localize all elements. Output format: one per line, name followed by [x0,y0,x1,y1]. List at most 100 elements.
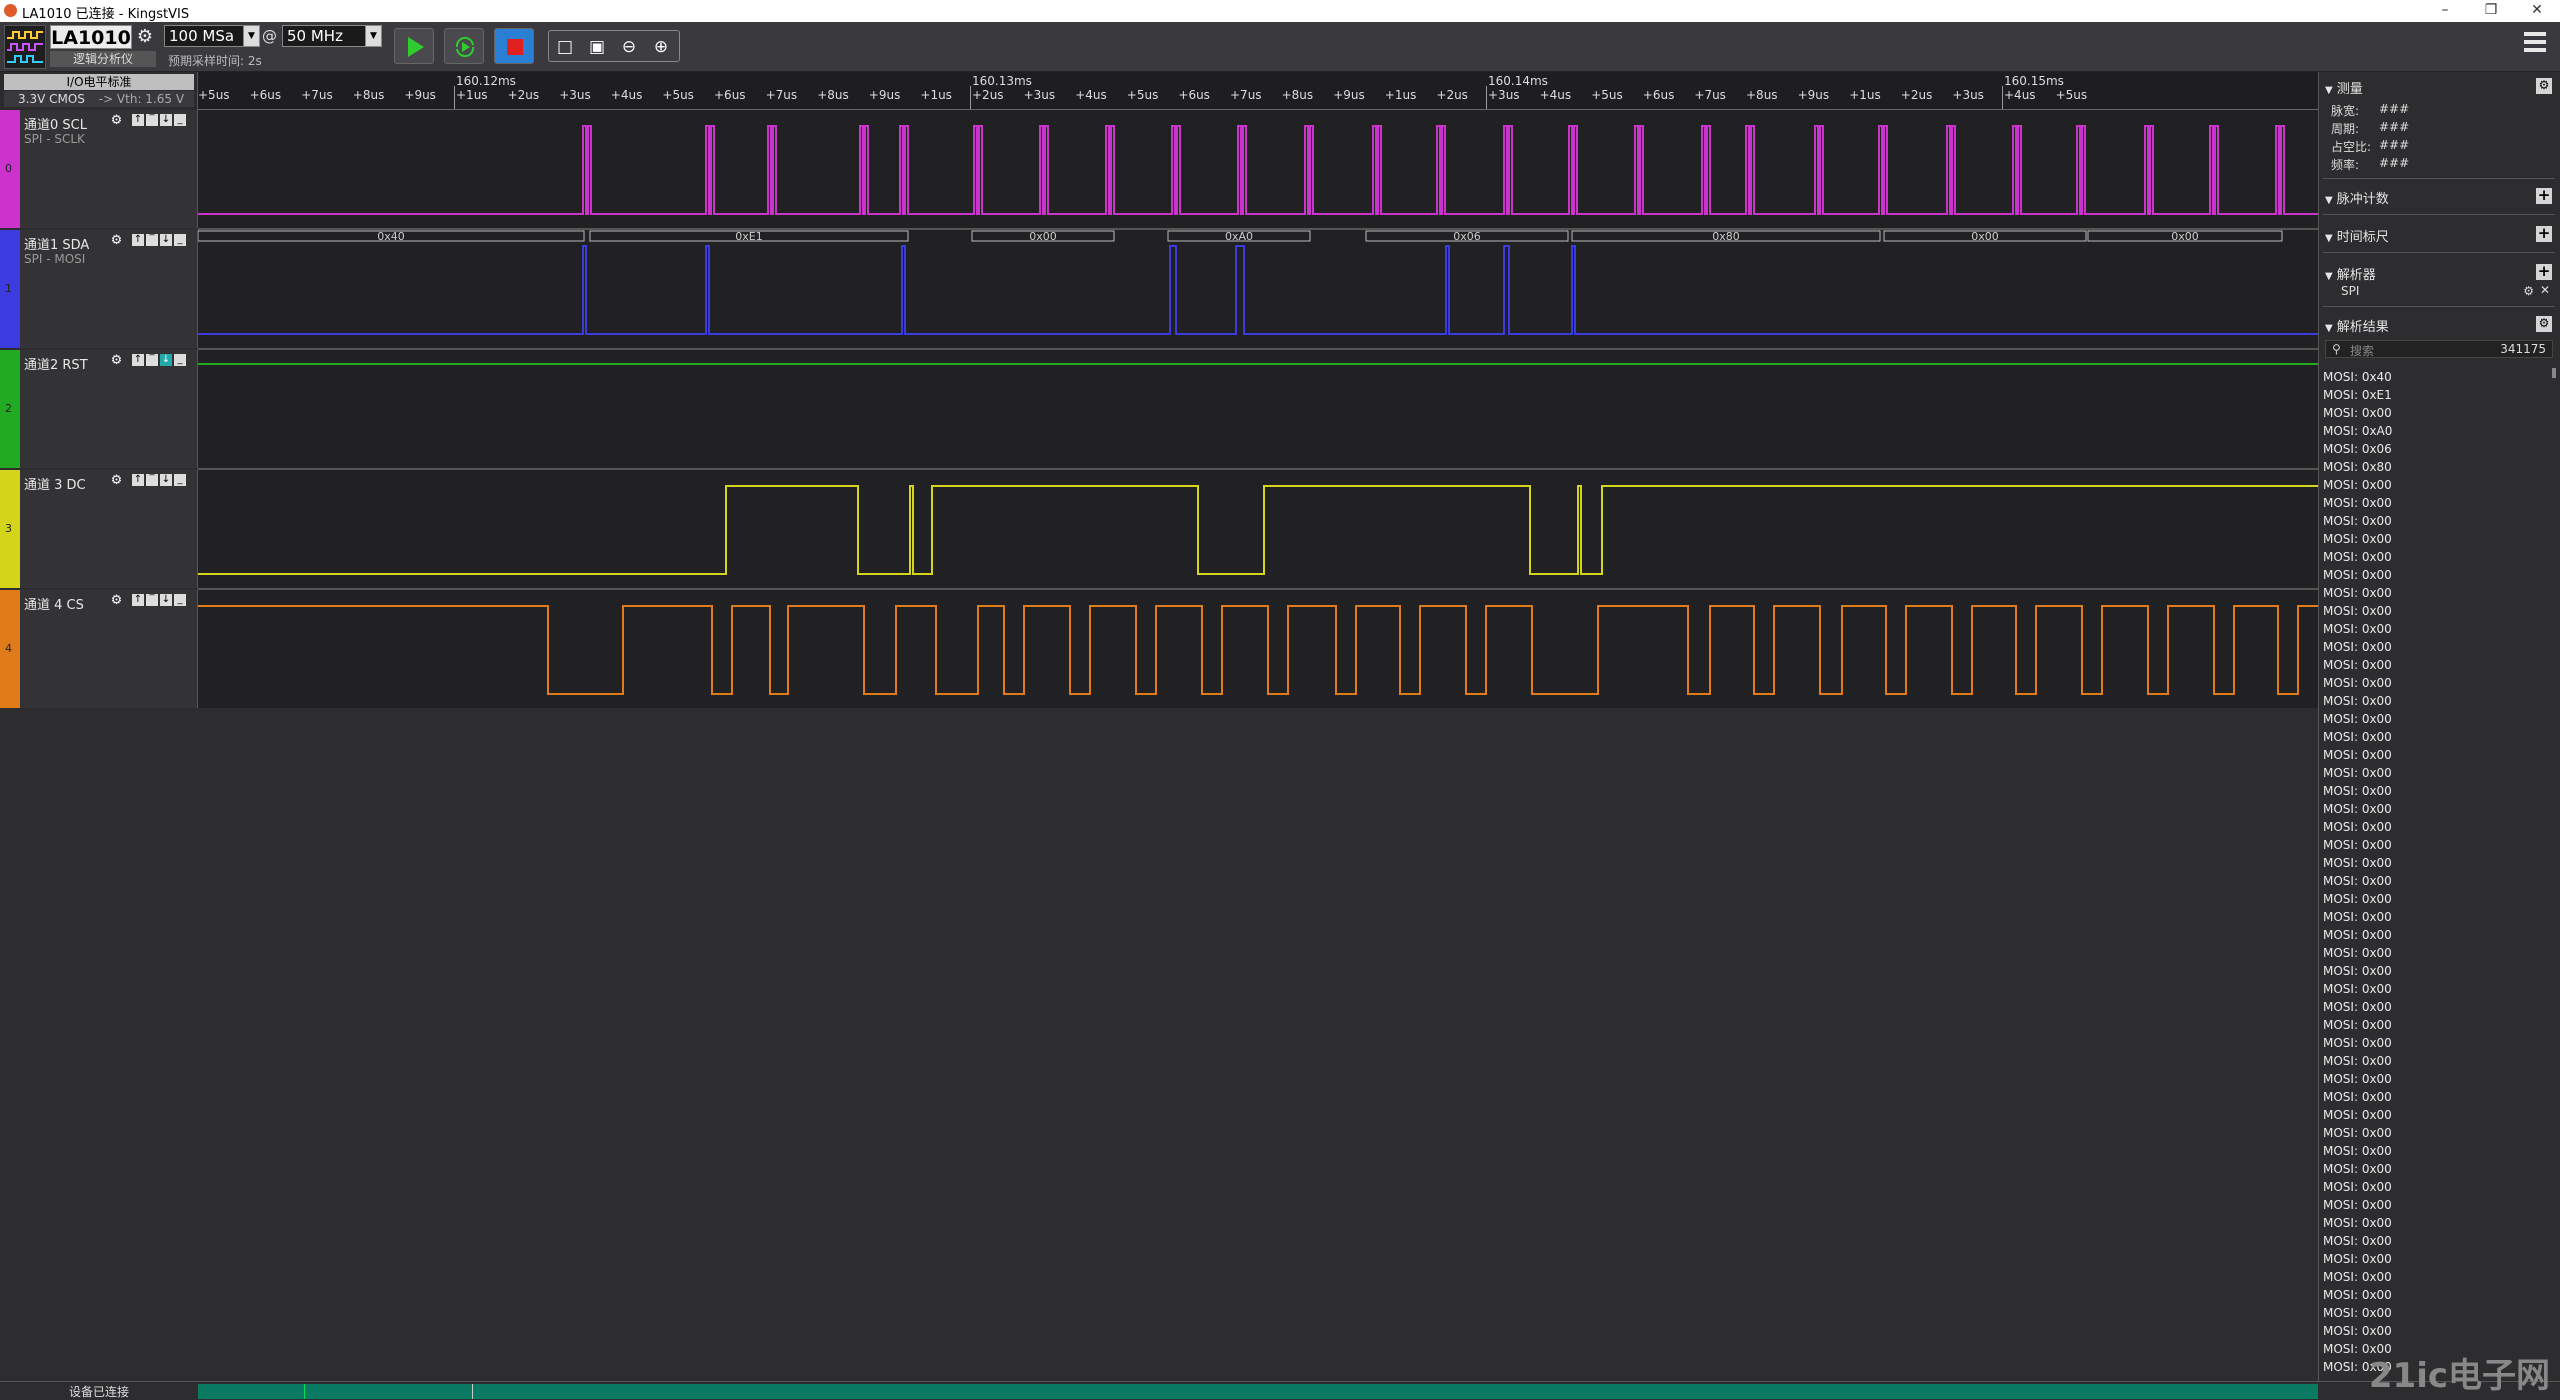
close-button[interactable]: ✕ [2514,0,2560,22]
channel-settings-gear-icon[interactable]: ⚙ [110,234,123,247]
result-item[interactable]: MOSI: 0x00 [2323,1178,2549,1196]
trigger-low-icon[interactable]: _ [174,234,186,246]
channel-panel[interactable]: 2 通道2 RST ⚙ ↑ ‾ ↓ _ [0,350,198,468]
trigger-falling-icon[interactable]: ↓ [160,474,172,486]
restore-button[interactable]: ❐ [2468,0,2514,22]
trigger-falling-icon[interactable]: ↓ [160,114,172,126]
channel-panel[interactable]: 4 通道 4 CS ⚙ ↑ ‾ ↓ _ [0,590,198,708]
analyzer-section-header[interactable]: ▼ 解析器 [2325,264,2376,283]
result-item[interactable]: MOSI: 0x00 [2323,1286,2549,1304]
result-item[interactable]: MOSI: 0x00 [2323,638,2549,656]
result-item[interactable]: MOSI: 0x00 [2323,566,2549,584]
stop-button[interactable] [494,28,534,64]
trigger-high-icon[interactable]: ‾ [146,354,158,366]
result-item[interactable]: MOSI: 0x00 [2323,1142,2549,1160]
result-item[interactable]: MOSI: 0x00 [2323,782,2549,800]
trigger-high-icon[interactable]: ‾ [146,234,158,246]
results-list[interactable]: MOSI: 0x40 MOSI: 0xE1 MOSI: 0x00 MOSI: 0xA0… [2323,368,2549,1376]
minimize-button[interactable]: – [2422,0,2468,22]
result-item[interactable]: MOSI: 0x00 [2323,854,2549,872]
result-item[interactable]: MOSI: 0x00 [2323,728,2549,746]
result-item[interactable]: MOSI: 0x00 [2323,692,2549,710]
result-item[interactable]: MOSI: 0x00 [2323,1016,2549,1034]
channel-settings-gear-icon[interactable]: ⚙ [110,594,123,607]
channel-name[interactable]: 通道0 SCL [24,114,87,133]
zoom-area-icon[interactable]: ▣ [585,36,609,58]
channel-name[interactable]: 通道 3 DC [24,474,86,493]
trigger-low-icon[interactable]: _ [174,114,186,126]
result-item[interactable]: MOSI: 0x00 [2323,1304,2549,1322]
result-item[interactable]: MOSI: 0x00 [2323,584,2549,602]
result-item[interactable]: MOSI: 0x00 [2323,908,2549,926]
trigger-low-icon[interactable]: _ [174,474,186,486]
text-tool-icon[interactable]: □ [553,36,577,58]
loop-start-button[interactable] [444,28,484,64]
result-item[interactable]: MOSI: 0x00 [2323,1070,2549,1088]
result-item[interactable]: MOSI: 0x00 [2323,710,2549,728]
trigger-rising-icon[interactable]: ↑ [132,594,144,606]
sample-rate-select[interactable]: 50 MHz ▼ [282,25,382,47]
result-item[interactable]: MOSI: 0x00 [2323,926,2549,944]
results-scrollbar[interactable] [2552,368,2556,378]
trigger-rising-icon[interactable]: ↑ [132,354,144,366]
result-item[interactable]: MOSI: 0x00 [2323,1250,2549,1268]
result-item[interactable]: MOSI: 0x00 [2323,944,2549,962]
remove-analyzer-close-icon[interactable]: ✕ [2540,283,2550,297]
result-item[interactable]: MOSI: 0x00 [2323,998,2549,1016]
trigger-falling-icon[interactable]: ↓ [160,594,172,606]
result-item[interactable]: MOSI: 0x00 [2323,1268,2549,1286]
waveform-area[interactable]: 0x40 0xE1 0x00 0xA0 0x06 0x80 0x00 0x00 [197,110,2318,708]
channel-panel[interactable]: 3 通道 3 DC ⚙ ↑ ‾ ↓ _ [0,470,198,588]
trigger-rising-icon[interactable]: ↑ [132,114,144,126]
channel-settings-gear-icon[interactable]: ⚙ [110,114,123,127]
result-item[interactable]: MOSI: 0x00 [2323,1124,2549,1142]
result-item[interactable]: MOSI: 0x00 [2323,836,2549,854]
channel-name[interactable]: 通道2 RST [24,354,88,373]
trigger-high-icon[interactable]: ‾ [146,594,158,606]
time-ruler[interactable]: 160.12ms 160.13ms 160.14ms 160.15ms +5us +6us… [198,72,2318,110]
channel-settings-gear-icon[interactable]: ⚙ [110,474,123,487]
channel-name[interactable]: 通道 4 CS [24,594,84,613]
add-analyzer-button[interactable]: + [2536,264,2552,280]
result-item[interactable]: MOSI: 0x00 [2323,512,2549,530]
device-settings-gear-icon[interactable]: ⚙ [134,26,156,48]
trigger-high-icon[interactable]: ‾ [146,114,158,126]
result-item[interactable]: MOSI: 0x00 [2323,872,2549,890]
trigger-low-icon[interactable]: _ [174,594,186,606]
result-item[interactable]: MOSI: 0x00 [2323,494,2549,512]
result-item[interactable]: MOSI: 0x00 [2323,548,2549,566]
result-item[interactable]: MOSI: 0x00 [2323,1196,2549,1214]
trigger-rising-icon[interactable]: ↑ [132,474,144,486]
result-item[interactable]: MOSI: 0x00 [2323,404,2549,422]
result-item[interactable]: MOSI: 0x00 [2323,980,2549,998]
result-item[interactable]: MOSI: 0x00 [2323,764,2549,782]
zoom-out-icon[interactable]: ⊖ [617,36,641,58]
io-standard-select[interactable]: 3.3V CMOS -> Vth: 1.65 V [4,91,194,107]
result-item[interactable]: MOSI: 0x80 [2323,458,2549,476]
result-item[interactable]: MOSI: 0x00 [2323,656,2549,674]
channel-settings-gear-icon[interactable]: ⚙ [110,354,123,367]
result-item[interactable]: MOSI: 0x00 [2323,1214,2549,1232]
result-item[interactable]: MOSI: 0x00 [2323,620,2549,638]
result-item[interactable]: MOSI: 0x00 [2323,530,2549,548]
trigger-rising-icon[interactable]: ↑ [132,234,144,246]
device-name[interactable]: LA1010 [50,25,132,49]
result-item[interactable]: MOSI: 0xE1 [2323,386,2549,404]
result-item[interactable]: MOSI: 0xA0 [2323,422,2549,440]
result-item[interactable]: MOSI: 0x00 [2323,962,2549,980]
results-search-input[interactable]: ⚲ 搜索 341175 [2325,340,2553,358]
analyzer-settings-gear-icon[interactable]: ⚙ [2523,284,2534,298]
result-item[interactable]: MOSI: 0x00 [2323,746,2549,764]
result-item[interactable]: MOSI: 0x00 [2323,1052,2549,1070]
channel-panel[interactable]: 1 通道1 SDA SPI - MOSI ⚙ ↑ ‾ ↓ _ [0,230,198,348]
channel-panel[interactable]: 0 通道0 SCL SPI - SCLK ⚙ ↑ ‾ ↓ _ [0,110,198,228]
channel-name[interactable]: 通道1 SDA [24,234,89,253]
trigger-falling-icon[interactable]: ↓ [160,234,172,246]
result-item[interactable]: MOSI: 0x00 [2323,602,2549,620]
trigger-falling-icon[interactable]: ↓ [160,354,172,366]
start-button[interactable] [394,28,434,64]
time-ruler-section-header[interactable]: ▼ 时间标尺 [2325,226,2389,245]
analyzer-item-spi[interactable]: SPI [2341,284,2359,298]
measure-section-header[interactable]: ▼ 测量 [2325,78,2363,97]
result-item[interactable]: MOSI: 0x00 [2323,1160,2549,1178]
